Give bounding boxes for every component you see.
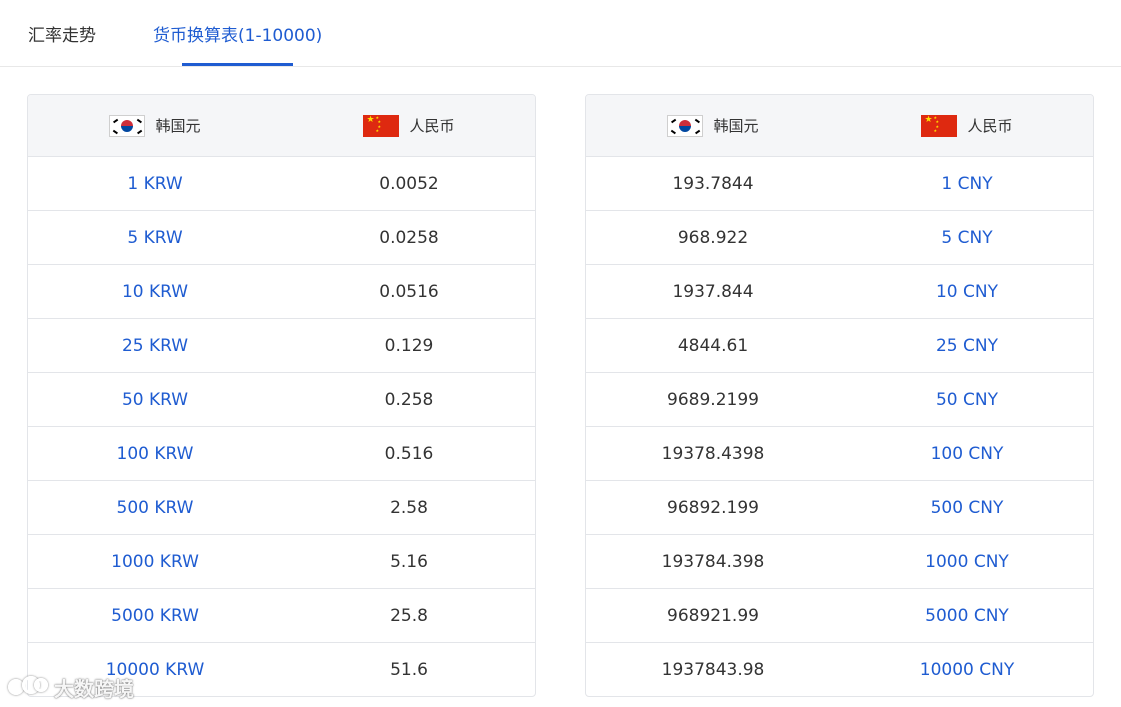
header-from-currency: 韩国元	[28, 95, 282, 156]
tab-exchange-trend[interactable]: 汇率走势	[28, 24, 96, 48]
table-row: 1000 KRW 5.16	[28, 534, 535, 588]
table-row: 500 KRW 2.58	[28, 480, 535, 534]
converted-value: 968921.99	[667, 605, 759, 626]
amount-link[interactable]: 100 KRW	[28, 427, 282, 480]
converted-value: 96892.199	[667, 497, 759, 518]
converted-value: 0.516	[384, 443, 434, 464]
amount-link[interactable]: 10 KRW	[28, 265, 282, 318]
header-from-label: 韩国元	[713, 117, 759, 135]
converted-value: 1937.844	[672, 281, 754, 302]
converted-value: 0.258	[384, 389, 434, 410]
header-to-label: 人民币	[409, 117, 455, 135]
converted-value: 19378.4398	[661, 443, 765, 464]
converted-value: 193784.398	[661, 551, 765, 572]
header-to-label: 人民币	[967, 117, 1013, 135]
converted-value: 193.7844	[672, 173, 754, 194]
table-body: 193.7844 1 CNY 968.922 5 CNY 1937.844 10 CNY 4…	[586, 156, 1093, 696]
amount-link[interactable]: 100 CNY	[840, 427, 1093, 480]
converted-value: 0.0052	[379, 173, 439, 194]
table-row: 5 KRW 0.0258	[28, 210, 535, 264]
active-tab-indicator	[182, 63, 293, 66]
amount-link[interactable]: 25 CNY	[840, 319, 1093, 372]
amount-link[interactable]: 500 KRW	[28, 481, 282, 534]
amount-link[interactable]: 5000 CNY	[840, 589, 1093, 642]
amount-link[interactable]: 1 KRW	[28, 157, 282, 210]
amount-link[interactable]: 50 CNY	[840, 373, 1093, 426]
south-korea-flag-icon	[109, 114, 146, 137]
converted-value: 51.6	[390, 659, 428, 680]
table-header: 韩国元 ★ ★ ★ ★ ★ 人民币	[586, 95, 1093, 156]
amount-link[interactable]: 10000 CNY	[840, 643, 1093, 696]
table-body: 1 KRW 0.0052 5 KRW 0.0258 10 KRW 0.0516 25 KRW…	[28, 156, 535, 696]
converted-value: 2.58	[390, 497, 428, 518]
table-row: 4844.61 25 CNY	[586, 318, 1093, 372]
converted-value: 0.129	[384, 335, 434, 356]
header-from-label: 韩国元	[155, 117, 201, 135]
table-row: 1 KRW 0.0052	[28, 156, 535, 210]
china-flag-icon: ★ ★ ★ ★ ★	[921, 114, 958, 137]
table-row: 25 KRW 0.129	[28, 318, 535, 372]
table-row: 193.7844 1 CNY	[586, 156, 1093, 210]
table-row: 100 KRW 0.516	[28, 426, 535, 480]
table-row: 193784.398 1000 CNY	[586, 534, 1093, 588]
table-row: 10000 KRW 51.6	[28, 642, 535, 696]
china-flag-icon: ★ ★ ★ ★ ★	[363, 114, 400, 137]
table-row: 9689.2199 50 CNY	[586, 372, 1093, 426]
amount-link[interactable]: 5 KRW	[28, 211, 282, 264]
amount-link[interactable]: 5000 KRW	[28, 589, 282, 642]
amount-link[interactable]: 10 CNY	[840, 265, 1093, 318]
currency-converter-page: 汇率走势 货币换算表(1-10000) 韩国元 ★ ★ ★ ★ ★ 人民币 1 …	[0, 0, 1121, 707]
table-row: 96892.199 500 CNY	[586, 480, 1093, 534]
table-row: 968921.99 5000 CNY	[586, 588, 1093, 642]
krw-to-cny-table: 韩国元 ★ ★ ★ ★ ★ 人民币 1 KRW 0.0052 5 KRW 0.0258 10 K…	[27, 94, 536, 697]
cny-to-krw-table: 韩国元 ★ ★ ★ ★ ★ 人民币 193.7844 1 CNY 968.922 5 CNY 1…	[585, 94, 1094, 697]
table-header: 韩国元 ★ ★ ★ ★ ★ 人民币	[28, 95, 535, 156]
header-from-currency: 韩国元	[586, 95, 840, 156]
converted-value: 25.8	[390, 605, 428, 626]
amount-link[interactable]: 500 CNY	[840, 481, 1093, 534]
table-row: 5000 KRW 25.8	[28, 588, 535, 642]
converted-value: 0.0258	[379, 227, 439, 248]
table-row: 10 KRW 0.0516	[28, 264, 535, 318]
tab-bar: 汇率走势 货币换算表(1-10000)	[0, 0, 1121, 67]
header-to-currency: ★ ★ ★ ★ ★ 人民币	[840, 95, 1093, 156]
tab-conversion-table[interactable]: 货币换算表(1-10000)	[153, 24, 322, 48]
table-row: 19378.4398 100 CNY	[586, 426, 1093, 480]
amount-link[interactable]: 1000 CNY	[840, 535, 1093, 588]
table-row: 968.922 5 CNY	[586, 210, 1093, 264]
amount-link[interactable]: 1000 KRW	[28, 535, 282, 588]
table-row: 1937.844 10 CNY	[586, 264, 1093, 318]
amount-link[interactable]: 10000 KRW	[28, 643, 282, 696]
converted-value: 5.16	[390, 551, 428, 572]
header-to-currency: ★ ★ ★ ★ ★ 人民币	[282, 95, 535, 156]
converted-value: 968.922	[677, 227, 749, 248]
amount-link[interactable]: 5 CNY	[840, 211, 1093, 264]
table-row: 50 KRW 0.258	[28, 372, 535, 426]
amount-link[interactable]: 1 CNY	[840, 157, 1093, 210]
south-korea-flag-icon	[667, 114, 704, 137]
amount-link[interactable]: 25 KRW	[28, 319, 282, 372]
table-row: 1937843.98 10000 CNY	[586, 642, 1093, 696]
amount-link[interactable]: 50 KRW	[28, 373, 282, 426]
converted-value: 9689.2199	[667, 389, 759, 410]
converted-value: 4844.61	[677, 335, 749, 356]
converted-value: 0.0516	[379, 281, 439, 302]
converted-value: 1937843.98	[661, 659, 765, 680]
